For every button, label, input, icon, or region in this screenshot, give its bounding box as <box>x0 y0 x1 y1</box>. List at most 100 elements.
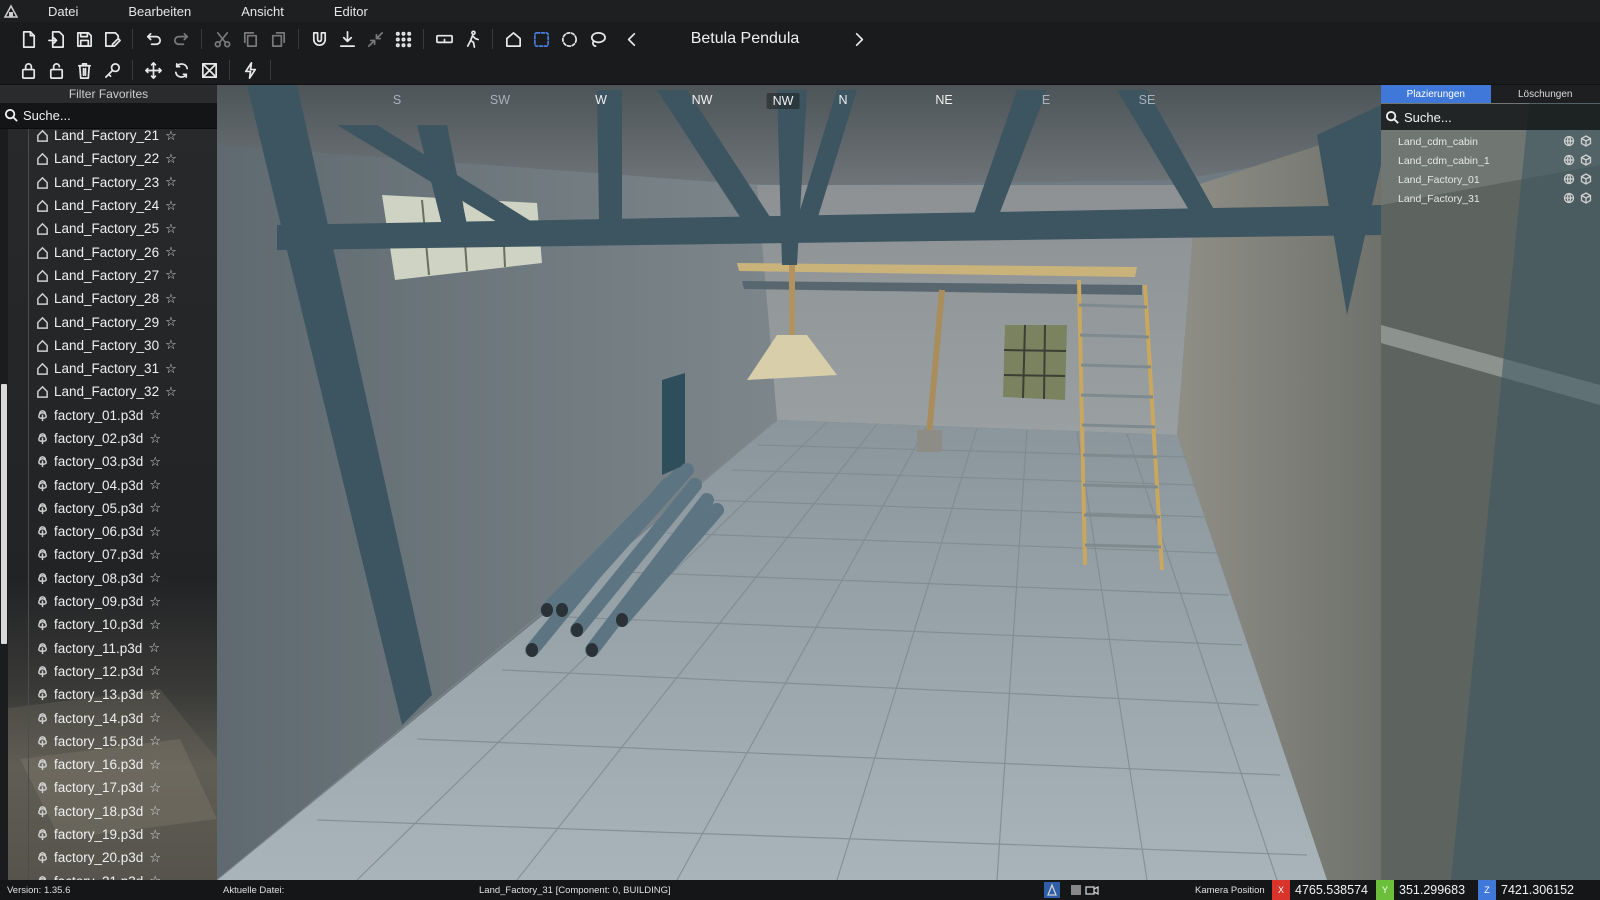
drop-to-ground-icon[interactable] <box>334 26 360 52</box>
favorite-star-icon[interactable]: ☆ <box>149 524 161 540</box>
favorite-star-icon[interactable]: ☆ <box>165 337 177 353</box>
globe-icon[interactable] <box>1563 173 1575 185</box>
cut-icon[interactable] <box>209 26 235 52</box>
asset-search-field[interactable]: Suche... <box>0 103 217 129</box>
asset-tree-item[interactable]: factory_13.p3d ☆ <box>36 683 177 706</box>
menu-datei[interactable]: Datei <box>32 4 94 19</box>
asset-tree-item[interactable]: factory_10.p3d ☆ <box>36 613 177 636</box>
delete-icon[interactable] <box>71 57 97 83</box>
new-file-icon[interactable] <box>15 26 41 52</box>
placement-search-field[interactable]: Suche... <box>1381 104 1600 130</box>
placement-list-item[interactable]: Land_cdm_cabin <box>1381 132 1600 151</box>
paste-icon[interactable] <box>265 26 291 52</box>
asset-tree-item[interactable]: Land_Factory_25 ☆ <box>36 217 177 240</box>
favorite-star-icon[interactable]: ☆ <box>165 198 177 214</box>
favorite-star-icon[interactable]: ☆ <box>149 663 161 679</box>
tab-loeschungen[interactable]: Löschungen <box>1491 85 1600 103</box>
asset-tree-item[interactable]: Land_Factory_22 ☆ <box>36 147 177 170</box>
favorite-star-icon[interactable]: ☆ <box>149 477 161 493</box>
lightning-icon[interactable] <box>237 57 263 83</box>
undo-icon[interactable] <box>140 26 166 52</box>
previous-asset-icon[interactable] <box>618 26 644 52</box>
favorite-star-icon[interactable]: ☆ <box>165 221 177 237</box>
asset-tree-item[interactable]: factory_17.p3d ☆ <box>36 776 177 799</box>
asset-tree-item[interactable]: factory_05.p3d ☆ <box>36 497 177 520</box>
favorite-star-icon[interactable]: ☆ <box>149 873 161 880</box>
walk-mode-icon[interactable] <box>459 26 485 52</box>
cube-icon[interactable] <box>1580 192 1592 204</box>
favorite-star-icon[interactable]: ☆ <box>149 757 161 773</box>
asset-tree-item[interactable]: Land_Factory_30 ☆ <box>36 334 177 357</box>
move-tool-icon[interactable] <box>140 57 166 83</box>
home-icon[interactable] <box>500 26 526 52</box>
perspective-mode-icon[interactable] <box>1044 882 1060 898</box>
favorite-star-icon[interactable]: ☆ <box>148 640 160 656</box>
tab-plazierungen[interactable]: Plazierungen <box>1381 85 1491 103</box>
placement-list-item[interactable]: Land_Factory_01 <box>1381 170 1600 189</box>
favorite-star-icon[interactable]: ☆ <box>149 594 161 610</box>
save-icon[interactable] <box>71 26 97 52</box>
globe-icon[interactable] <box>1563 192 1575 204</box>
asset-tree-item[interactable]: factory_12.p3d ☆ <box>36 660 177 683</box>
globe-icon[interactable] <box>1563 154 1575 166</box>
asset-tree-item[interactable]: factory_16.p3d ☆ <box>36 753 177 776</box>
favorite-star-icon[interactable]: ☆ <box>149 803 161 819</box>
copy-icon[interactable] <box>237 26 263 52</box>
grid-icon[interactable] <box>390 26 416 52</box>
asset-tree-item[interactable]: Land_Factory_31 ☆ <box>36 357 177 380</box>
asset-tree-item[interactable]: factory_19.p3d ☆ <box>36 823 177 846</box>
asset-tree-item[interactable]: factory_20.p3d ☆ <box>36 846 177 869</box>
asset-tree-item[interactable]: factory_15.p3d ☆ <box>36 730 177 753</box>
next-asset-icon[interactable] <box>846 26 872 52</box>
favorite-star-icon[interactable]: ☆ <box>149 454 161 470</box>
asset-tree-item[interactable]: factory_01.p3d ☆ <box>36 404 177 427</box>
favorite-star-icon[interactable]: ☆ <box>165 129 177 144</box>
favorite-star-icon[interactable]: ☆ <box>149 431 161 447</box>
favorite-star-icon[interactable]: ☆ <box>149 827 161 843</box>
save-as-icon[interactable] <box>99 26 125 52</box>
asset-tree-item[interactable]: Land_Factory_24 ☆ <box>36 194 177 217</box>
menu-editor[interactable]: Editor <box>318 4 384 19</box>
asset-tree-item[interactable]: Land_Factory_29 ☆ <box>36 310 177 333</box>
menu-ansicht[interactable]: Ansicht <box>225 4 300 19</box>
favorite-star-icon[interactable]: ☆ <box>165 244 177 260</box>
lock-icon[interactable] <box>15 57 41 83</box>
placement-list-item[interactable]: Land_Factory_31 <box>1381 189 1600 208</box>
favorite-star-icon[interactable]: ☆ <box>165 291 177 307</box>
favorite-star-icon[interactable]: ☆ <box>165 384 177 400</box>
asset-tree-item[interactable]: factory_21.p3d☆ <box>36 870 177 880</box>
asset-tree-item[interactable]: Land_Factory_28 ☆ <box>36 287 177 310</box>
grid-toggle-icon[interactable] <box>1068 882 1084 898</box>
asset-tree-item[interactable]: factory_18.p3d ☆ <box>36 800 177 823</box>
open-file-icon[interactable] <box>43 26 69 52</box>
vr-headset-icon[interactable] <box>431 26 457 52</box>
rotate-tool-icon[interactable] <box>168 57 194 83</box>
asset-tree-item[interactable]: factory_04.p3d ☆ <box>36 473 177 496</box>
globe-icon[interactable] <box>1563 135 1575 147</box>
favorite-star-icon[interactable]: ☆ <box>149 780 161 796</box>
scale-tool-icon[interactable] <box>196 57 222 83</box>
3d-viewport[interactable]: S SW W NW NW N NE E SE <box>217 85 1381 880</box>
asset-tree-item[interactable]: Land_Factory_27 ☆ <box>36 264 177 287</box>
favorite-star-icon[interactable]: ☆ <box>149 547 161 563</box>
favorite-star-icon[interactable]: ☆ <box>149 710 161 726</box>
cube-icon[interactable] <box>1580 135 1592 147</box>
lasso-select-icon[interactable] <box>584 26 610 52</box>
redo-icon[interactable] <box>168 26 194 52</box>
placement-list-item[interactable]: Land_cdm_cabin_1 <box>1381 151 1600 170</box>
asset-tree-item[interactable]: factory_07.p3d ☆ <box>36 543 177 566</box>
favorite-star-icon[interactable]: ☆ <box>149 617 161 633</box>
asset-tree-item[interactable]: Land_Factory_26 ☆ <box>36 240 177 263</box>
asset-tree-item[interactable]: Land_Factory_32 ☆ <box>36 380 177 403</box>
camera-icon[interactable] <box>1084 882 1100 898</box>
favorite-star-icon[interactable]: ☆ <box>165 361 177 377</box>
circle-select-icon[interactable] <box>556 26 582 52</box>
cube-icon[interactable] <box>1580 154 1592 166</box>
favorite-star-icon[interactable]: ☆ <box>149 687 161 703</box>
asset-tree-item[interactable]: factory_08.p3d ☆ <box>36 567 177 590</box>
asset-tree-item[interactable]: factory_09.p3d ☆ <box>36 590 177 613</box>
asset-tree-item[interactable]: Land_Factory_23 ☆ <box>36 171 177 194</box>
snap-magnet-icon[interactable] <box>306 26 332 52</box>
factory-interior-scene[interactable] <box>217 85 1381 880</box>
favorite-star-icon[interactable]: ☆ <box>165 151 177 167</box>
